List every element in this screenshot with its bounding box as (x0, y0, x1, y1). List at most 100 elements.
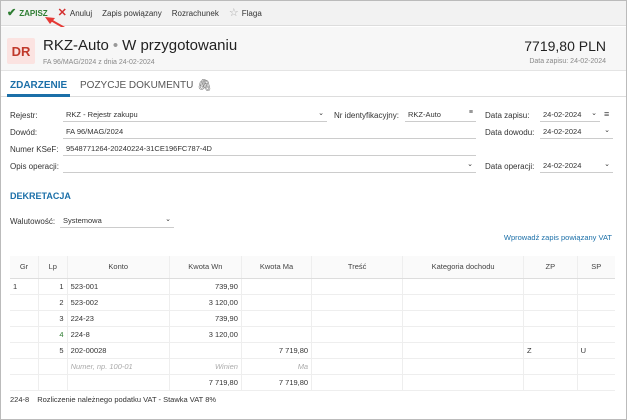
cell-zp[interactable]: Z (523, 342, 578, 359)
table-row[interactable]: 2 523-002 3 120,00 (10, 294, 615, 311)
cancel-button[interactable]: ✕ Anuluj (58, 7, 92, 19)
cell-group[interactable]: 1 (10, 278, 39, 295)
cell-sp[interactable]: U (576, 342, 615, 359)
cell-account[interactable]: 202-00028 (66, 342, 170, 359)
table-row[interactable]: 4 224-8 3 120,00 (10, 326, 615, 343)
table-row[interactable]: 1 1 523-001 739,90 (10, 278, 615, 295)
linked-entry-button[interactable]: Zapis powiązany (102, 9, 162, 18)
cell-credit[interactable] (240, 278, 312, 295)
cell-income-category[interactable] (402, 294, 524, 311)
cell-sp[interactable] (576, 278, 615, 295)
table-row[interactable]: 3 224-23 739,90 (10, 310, 615, 327)
cell-group[interactable] (10, 358, 39, 375)
cell-group[interactable] (10, 294, 39, 311)
cell-income-category[interactable] (402, 310, 524, 327)
flag-label: Flaga (241, 8, 262, 18)
cell-income-category[interactable] (402, 326, 524, 343)
menu-icon[interactable]: ≡ (604, 109, 609, 119)
cell-zp[interactable] (523, 310, 578, 327)
cell-debit[interactable]: 739,90 (168, 310, 242, 327)
account-input[interactable]: Numer, np. 100-01 (66, 358, 170, 375)
proof-date-field[interactable]: 24-02-2024 ⌄ (540, 124, 613, 139)
cell-lp[interactable]: 3 (38, 310, 68, 327)
menu-icon[interactable]: ≡ (469, 109, 473, 116)
cell-lp[interactable]: 2 (38, 294, 68, 311)
save-button[interactable]: ✔ ZAPISZ (7, 7, 48, 19)
table-row[interactable]: 5 202-00028 7 719,80 Z U (10, 342, 615, 359)
cell-description[interactable] (311, 310, 403, 327)
cell-income-category[interactable] (402, 358, 524, 375)
column-header[interactable]: Kwota Wn (168, 256, 242, 279)
chevron-down-icon: ⌄ (318, 110, 324, 117)
attachment-icon[interactable]: 🖇 (197, 78, 212, 92)
cell-description[interactable] (311, 326, 403, 343)
tab-event[interactable]: ZDARZENIE (6, 80, 71, 97)
cell-description[interactable] (311, 342, 403, 359)
cell-credit[interactable] (240, 294, 312, 311)
ksef-label: Numer KSeF: (10, 145, 59, 154)
column-header[interactable]: Gr (10, 256, 39, 279)
column-header[interactable]: Kategoria dochodu (402, 256, 524, 279)
cell-credit[interactable] (240, 326, 312, 343)
cell-account[interactable]: 224-8 (66, 326, 170, 343)
cell-group[interactable] (10, 310, 39, 327)
cell-account[interactable]: 523-001 (66, 278, 170, 295)
chevron-down-icon: ⌄ (604, 127, 610, 134)
register-select[interactable]: RKZ - Rejestr zakupu ⌄ (63, 107, 327, 122)
column-header[interactable]: ZP (523, 256, 578, 279)
cell-sp[interactable] (576, 358, 615, 375)
cell-zp[interactable] (523, 358, 578, 375)
cell-group[interactable] (10, 326, 39, 343)
flag-button[interactable]: ☆ Flaga (229, 7, 262, 19)
column-header[interactable]: Kwota Ma (240, 256, 312, 279)
operation-date-field[interactable]: 24-02-2024 ⌄ (540, 158, 613, 173)
settlement-button[interactable]: Rozrachunek (172, 9, 219, 18)
cell-credit[interactable] (240, 310, 312, 327)
cell-sp[interactable] (576, 326, 615, 343)
column-header[interactable]: SP (576, 256, 615, 279)
cell-description[interactable] (311, 358, 403, 375)
cell-income-category[interactable] (402, 278, 524, 295)
credit-input[interactable]: Ma (240, 358, 312, 375)
cell-group[interactable] (10, 342, 39, 359)
currency-select[interactable]: Systemowa ⌄ (60, 213, 174, 228)
proof-date-label: Data dowodu: (485, 128, 535, 137)
chevron-down-icon: ⌄ (165, 216, 171, 223)
column-header[interactable]: Konto (66, 256, 170, 279)
totals-row: 7 719,80 7 719,80 (10, 373, 615, 391)
cell-lp[interactable]: 5 (38, 342, 68, 359)
cell-debit[interactable] (168, 342, 242, 359)
new-entry-row[interactable]: Numer, np. 100-01 Winien Ma (10, 358, 615, 375)
cell-account[interactable]: 224-23 (66, 310, 170, 327)
cell-zp[interactable] (523, 326, 578, 343)
cell-sp[interactable] (576, 310, 615, 327)
cell-description[interactable] (311, 278, 403, 295)
cell-lp[interactable]: 1 (38, 278, 68, 295)
cell-debit[interactable]: 739,90 (168, 278, 242, 295)
cell-account[interactable]: 523-002 (66, 294, 170, 311)
document-type-badge: DR (7, 38, 35, 64)
operation-description-select[interactable]: ⌄ (63, 158, 476, 173)
cell-credit[interactable]: 7 719,80 (240, 342, 312, 359)
cell-lp[interactable] (38, 358, 68, 375)
debit-input[interactable]: Winien (168, 358, 242, 375)
save-date-field[interactable]: 24-02-2024 ⌄ (540, 107, 600, 122)
cell-lp[interactable]: 4 (38, 326, 68, 343)
cell-debit[interactable]: 3 120,00 (168, 326, 242, 343)
proof-field[interactable]: FA 96/MAG/2024 (63, 124, 476, 139)
column-header[interactable]: Treść (311, 256, 403, 279)
total-credit: 7 719,80 (240, 373, 312, 391)
column-header[interactable]: Lp (38, 256, 68, 279)
tab-document-positions[interactable]: POZYCJE DOKUMENTU (80, 80, 193, 91)
cell-sp[interactable] (576, 294, 615, 311)
cell-zp[interactable] (523, 278, 578, 295)
cell-description[interactable] (311, 294, 403, 311)
id-value: RKZ-Auto (408, 110, 441, 119)
ksef-field[interactable]: 9548771264-20240224-31CE196FC787-4D (63, 141, 476, 156)
cell-zp[interactable] (523, 294, 578, 311)
cell-debit[interactable]: 3 120,00 (168, 294, 242, 311)
cell-income-category[interactable] (402, 342, 524, 359)
id-field[interactable]: RKZ-Auto ≡ (405, 107, 476, 122)
add-vat-entry-link[interactable]: Wprowadź zapis powiązany VAT (504, 233, 612, 242)
totals-empty (10, 373, 39, 391)
